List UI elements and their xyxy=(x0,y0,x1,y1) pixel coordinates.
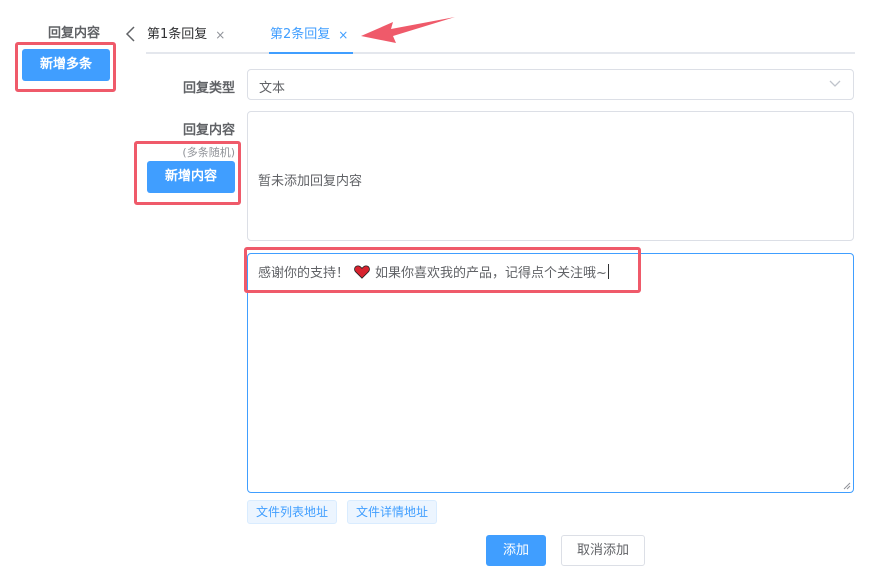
tab-reply-1[interactable]: 第1条回复 × xyxy=(147,25,225,45)
chevron-down-icon xyxy=(829,80,841,87)
tab-label: 第1条回复 xyxy=(147,27,208,42)
reply-type-label: 回复类型 xyxy=(182,81,235,96)
tabs-divider xyxy=(146,52,855,54)
chevron-left-icon[interactable] xyxy=(124,26,138,42)
reply-content-section-label: 回复内容 xyxy=(48,26,101,41)
reply-type-select[interactable]: 文本 xyxy=(247,69,854,100)
highlight-box xyxy=(244,247,641,293)
file-detail-url-tag[interactable]: 文件详情地址 xyxy=(347,500,438,524)
arrow-annotation xyxy=(361,17,455,43)
file-list-url-tag[interactable]: 文件列表地址 xyxy=(247,500,338,524)
content-list-box: 暂未添加回复内容 xyxy=(247,111,854,241)
empty-content-text: 暂未添加回复内容 xyxy=(258,174,363,189)
reply-editor: 回复内容 新增多条 第1条回复 × 第2条回复 × 回复类型 文本 回复内容 (… xyxy=(0,0,872,584)
highlight-box xyxy=(15,42,116,92)
highlight-box xyxy=(134,141,241,205)
reply-type-value: 文本 xyxy=(259,81,286,96)
add-button[interactable]: 添加 xyxy=(486,535,546,566)
tab-label: 第2条回复 xyxy=(270,27,331,42)
tabs-active-indicator xyxy=(269,52,353,54)
tab-reply-2[interactable]: 第2条回复 × xyxy=(270,25,348,45)
close-icon[interactable]: × xyxy=(215,25,225,45)
cancel-add-button[interactable]: 取消添加 xyxy=(561,535,645,566)
reply-content-label: 回复内容 xyxy=(182,123,235,138)
resize-handle-icon[interactable] xyxy=(843,482,851,490)
close-icon[interactable]: × xyxy=(338,25,348,45)
